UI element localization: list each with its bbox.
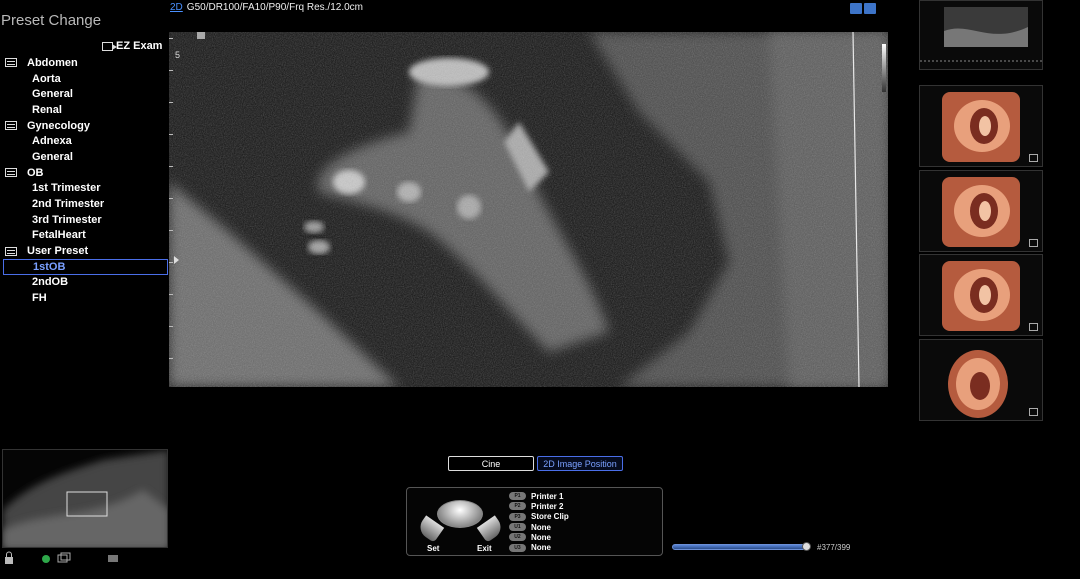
key-label: None bbox=[531, 522, 551, 532]
key-badge: U1 bbox=[509, 523, 526, 532]
ez-exam-icon bbox=[102, 41, 117, 51]
key-label: Printer 2 bbox=[531, 501, 564, 511]
exit-label: Exit bbox=[477, 544, 492, 553]
status-bar bbox=[4, 551, 124, 565]
mode-label[interactable]: 2D bbox=[170, 2, 183, 13]
key-badge: P2 bbox=[509, 502, 526, 511]
key-label: None bbox=[531, 532, 551, 542]
key-badge: P1 bbox=[509, 492, 526, 501]
list-icon bbox=[5, 168, 17, 178]
key-row[interactable]: U3 None bbox=[509, 542, 569, 552]
parameter-text: G50/DR100/FA10/P90/Frq Res./12.0cm bbox=[186, 2, 363, 13]
key-badge: P3 bbox=[509, 512, 526, 521]
tab-cine[interactable]: Cine bbox=[448, 456, 534, 471]
tab-2d-image-position[interactable]: 2D Image Position bbox=[537, 456, 623, 471]
preset-item-abdomen-general[interactable]: General bbox=[0, 86, 170, 102]
depth-scale bbox=[169, 32, 175, 387]
ez-exam-button[interactable]: EZ Exam bbox=[102, 40, 162, 52]
focus-marker[interactable] bbox=[174, 256, 179, 264]
overview-image[interactable] bbox=[2, 449, 168, 548]
preset-group-label: OB bbox=[27, 166, 44, 179]
view-icon bbox=[1029, 154, 1038, 162]
power-icon bbox=[42, 555, 50, 563]
preset-item-gyn-general[interactable]: General bbox=[0, 149, 170, 165]
trackball-panel: Set Exit P1 Printer 1 P2 Printer 2 P3 Store… bbox=[406, 487, 663, 556]
view-icon bbox=[1029, 239, 1038, 247]
preset-item-1stob[interactable]: 1stOB bbox=[3, 258, 168, 275]
preset-item-fh[interactable]: FH bbox=[0, 290, 170, 306]
monitor-icon bbox=[57, 552, 71, 563]
grayscale-bar bbox=[882, 44, 886, 92]
view-icon bbox=[1029, 408, 1038, 416]
3d-render-thumbnail bbox=[942, 92, 1020, 162]
key-row[interactable]: P1 Printer 1 bbox=[509, 491, 569, 501]
preset-group-gynecology[interactable]: Gynecology bbox=[0, 118, 170, 134]
cine-slider-handle[interactable] bbox=[802, 542, 811, 551]
3d-render-thumbnail bbox=[942, 261, 1020, 331]
probe-icon[interactable] bbox=[850, 3, 862, 14]
key-row[interactable]: U1 None bbox=[509, 522, 569, 532]
panel-title: Preset Change bbox=[1, 12, 102, 29]
preset-group-label: Abdomen bbox=[27, 56, 78, 69]
list-icon bbox=[5, 246, 17, 256]
cine-slider[interactable] bbox=[672, 544, 810, 550]
key-row[interactable]: P2 Printer 2 bbox=[509, 501, 569, 511]
3d-render-thumbnail bbox=[948, 350, 1008, 418]
settings-icon[interactable] bbox=[864, 3, 876, 14]
preset-group-label: User Preset bbox=[27, 245, 89, 258]
preset-item-renal[interactable]: Renal bbox=[0, 102, 170, 118]
imaging-parameters: 2D G50/DR100/FA10/P90/Frq Res./12.0cm bbox=[170, 2, 363, 13]
key-badge: U2 bbox=[509, 533, 526, 542]
ultrasound-loop-thumbnail bbox=[920, 7, 1042, 62]
overview-scan bbox=[3, 450, 167, 547]
ez-exam-label: EZ Exam bbox=[116, 40, 163, 52]
key-row[interactable]: U2 None bbox=[509, 532, 569, 542]
preset-item-fetalheart[interactable]: FetalHeart bbox=[0, 228, 170, 244]
preset-item-2ndob[interactable]: 2ndOB bbox=[0, 275, 170, 291]
key-badge: U3 bbox=[509, 543, 526, 552]
preset-item-adnexa[interactable]: Adnexa bbox=[0, 133, 170, 149]
preset-group-user-preset[interactable]: User Preset bbox=[0, 243, 170, 259]
depth-label: 5 bbox=[175, 50, 181, 60]
frame-counter: #377/399 bbox=[817, 543, 851, 552]
ultrasound-image[interactable] bbox=[169, 32, 888, 387]
key-label: None bbox=[531, 543, 551, 553]
view-icon bbox=[1029, 323, 1038, 331]
key-assignments: P1 Printer 1 P2 Printer 2 P3 Store Clip U1 N… bbox=[509, 491, 569, 553]
key-label: Store Clip bbox=[531, 512, 569, 522]
preset-item-2nd-trimester[interactable]: 2nd Trimester bbox=[0, 196, 170, 212]
probe-orientation-icon bbox=[197, 32, 205, 39]
list-icon bbox=[5, 58, 17, 68]
preset-item-aorta[interactable]: Aorta bbox=[0, 71, 170, 87]
thumbnail-3d-4[interactable] bbox=[919, 339, 1043, 421]
thumbnail-3d-3[interactable] bbox=[919, 254, 1043, 336]
list-icon bbox=[5, 121, 17, 131]
preset-list: Abdomen Aorta General Renal Gynecology A… bbox=[0, 55, 170, 306]
lock-icon bbox=[5, 551, 13, 564]
ultrasound-scan bbox=[169, 32, 888, 387]
key-row[interactable]: P3 Store Clip bbox=[509, 512, 569, 522]
thumbnail-3d-2[interactable] bbox=[919, 170, 1043, 252]
thumbnail-loop[interactable] bbox=[919, 0, 1043, 70]
trackball-icon[interactable] bbox=[437, 500, 483, 528]
thumbnail-3d-1[interactable] bbox=[919, 85, 1043, 167]
preset-group-ob[interactable]: OB bbox=[0, 165, 170, 181]
preset-group-label: Gynecology bbox=[27, 119, 90, 132]
preset-group-abdomen[interactable]: Abdomen bbox=[0, 55, 170, 71]
key-label: Printer 1 bbox=[531, 491, 564, 501]
set-label: Set bbox=[427, 544, 440, 553]
top-icons bbox=[850, 3, 876, 14]
preset-item-1st-trimester[interactable]: 1st Trimester bbox=[0, 181, 170, 197]
3d-render-thumbnail bbox=[942, 177, 1020, 247]
printer-icon bbox=[108, 555, 118, 562]
preset-item-3rd-trimester[interactable]: 3rd Trimester bbox=[0, 212, 170, 228]
